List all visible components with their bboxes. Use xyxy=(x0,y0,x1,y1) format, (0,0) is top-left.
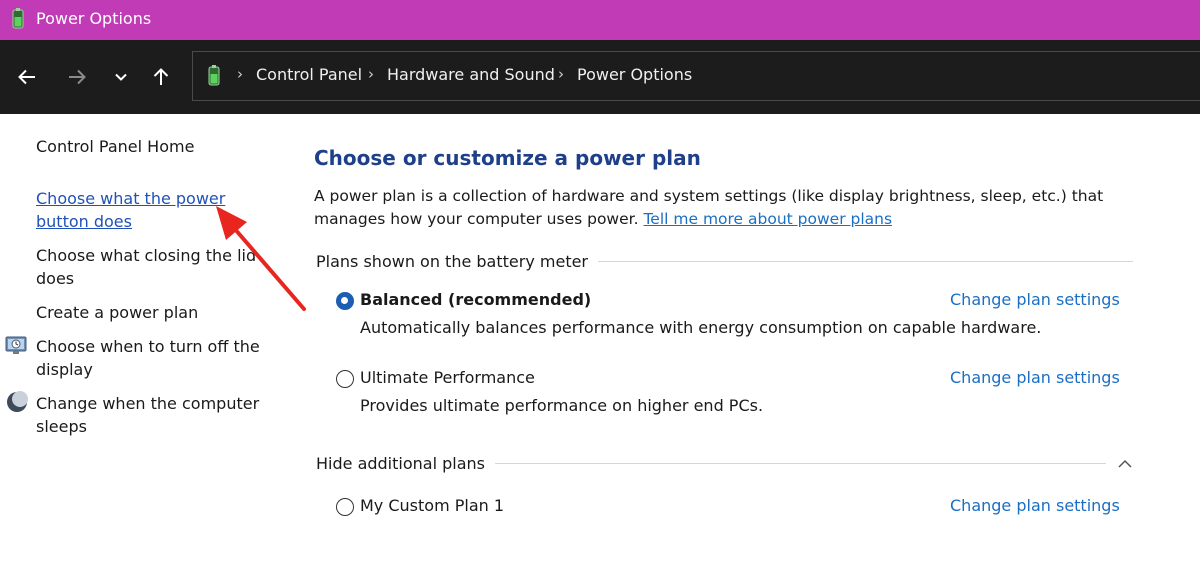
plan-radio-balanced[interactable] xyxy=(336,292,354,310)
arrow-right-icon xyxy=(69,69,86,85)
collapse-button[interactable] xyxy=(1114,455,1136,473)
breadcrumb-power-options[interactable]: Power Options xyxy=(577,65,692,84)
back-button[interactable] xyxy=(14,64,40,90)
change-plan-settings-ultimate[interactable]: Change plan settings xyxy=(950,368,1120,387)
sidebar-link-computer-sleeps[interactable]: Change when the computer sleeps xyxy=(36,392,276,438)
sidebar-link-power-button[interactable]: Choose what the power button does xyxy=(36,187,276,233)
moon-sleep-icon xyxy=(7,391,28,412)
sidebar-link-display-off[interactable]: Choose when to turn off the display xyxy=(36,335,276,381)
plan-description-ultimate: Provides ultimate performance on higher … xyxy=(360,396,764,415)
battery-plans-header: Plans shown on the battery meter xyxy=(316,252,599,271)
monitor-clock-icon xyxy=(5,336,27,354)
change-plan-settings-custom-1[interactable]: Change plan settings xyxy=(950,496,1120,515)
plan-radio-ultimate[interactable] xyxy=(336,370,354,388)
breadcrumb-control-panel[interactable]: Control Panel xyxy=(256,65,362,84)
battery-icon xyxy=(12,8,24,29)
sidebar-link-closing-lid[interactable]: Choose what closing the lid does xyxy=(36,244,276,290)
chevron-right-icon: › xyxy=(237,65,243,83)
chevron-up-icon xyxy=(1118,459,1132,468)
page-description: A power plan is a collection of hardware… xyxy=(314,185,1144,231)
sidebar-link-create-plan[interactable]: Create a power plan xyxy=(36,301,276,324)
title-bar: Power Options xyxy=(0,0,1200,40)
plan-description-balanced: Automatically balances performance with … xyxy=(360,318,1042,337)
plan-radio-custom-1[interactable] xyxy=(336,498,354,516)
plan-name-ultimate[interactable]: Ultimate Performance xyxy=(360,368,535,387)
recent-locations-button[interactable] xyxy=(108,64,134,90)
page-title: Choose or customize a power plan xyxy=(314,146,701,170)
tell-me-more-link[interactable]: Tell me more about power plans xyxy=(643,210,892,228)
forward-button[interactable] xyxy=(64,64,90,90)
address-bar[interactable]: › Control Panel › Hardware and Sound › P… xyxy=(192,51,1200,101)
plan-name-custom-1[interactable]: My Custom Plan 1 xyxy=(360,496,504,515)
chevron-right-icon: › xyxy=(558,65,564,83)
arrow-up-icon xyxy=(153,68,169,85)
chevron-down-icon xyxy=(115,73,127,81)
additional-plans-header[interactable]: Hide additional plans xyxy=(316,454,495,473)
change-plan-settings-balanced[interactable]: Change plan settings xyxy=(950,290,1120,309)
battery-icon xyxy=(208,65,220,86)
up-button[interactable] xyxy=(148,64,174,90)
navigation-bar: › Control Panel › Hardware and Sound › P… xyxy=(0,40,1200,114)
sidebar-home-label[interactable]: Control Panel Home xyxy=(36,135,194,158)
plan-name-balanced[interactable]: Balanced (recommended) xyxy=(360,290,591,309)
window-title: Power Options xyxy=(36,9,152,28)
chevron-right-icon: › xyxy=(368,65,374,83)
arrow-left-icon xyxy=(18,69,35,85)
breadcrumb-hardware-and-sound[interactable]: Hardware and Sound xyxy=(387,65,555,84)
